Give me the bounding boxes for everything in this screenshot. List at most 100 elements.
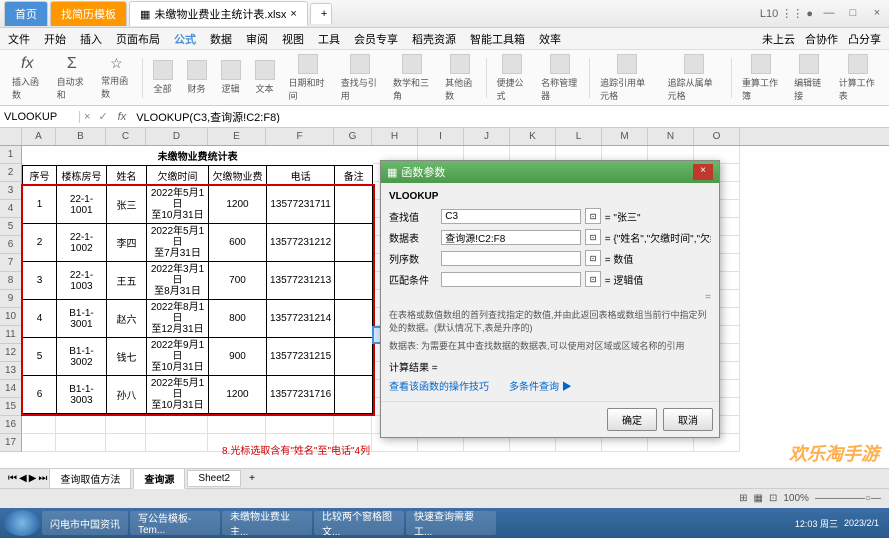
task-item-0[interactable]: 闪电市中国资讯 <box>42 511 128 535</box>
menu-efficiency[interactable]: 效率 <box>539 31 561 47</box>
lookup-ref-button[interactable]: ⊡ <box>585 208 601 224</box>
task-item-4[interactable]: 快速查询需要工... <box>406 511 496 535</box>
range-ref-button[interactable]: ⊡ <box>585 271 601 287</box>
minimize-button[interactable]: — <box>821 7 837 20</box>
ribbon-calc-sheet[interactable]: 计算工作表 <box>835 52 881 104</box>
statusbar: ⊞ ▦ ⊡ 100% —————○— <box>0 488 889 508</box>
dialog-result-label: 计算结果 = <box>389 359 711 374</box>
name-box[interactable]: VLOOKUP <box>0 111 80 123</box>
task-item-2[interactable]: 未缴物业费业主... <box>222 511 312 535</box>
ribbon-edit-link[interactable]: 编辑链接 <box>790 52 829 104</box>
view-normal-icon[interactable]: ⊞ <box>739 493 747 504</box>
menu-member[interactable]: 会员专享 <box>354 31 398 47</box>
tab-file[interactable]: ▦ 未缴物业费业主统计表.xlsx × <box>129 1 308 26</box>
menu-file[interactable]: 文件 <box>8 31 30 47</box>
ribbon-finance[interactable]: 财务 <box>183 58 211 97</box>
cloud-status[interactable]: 未上云 <box>762 31 795 47</box>
sheet-tab-2[interactable]: Sheet2 <box>187 470 241 487</box>
array-ref-button[interactable]: ⊡ <box>585 229 601 245</box>
ribbon-common[interactable]: ☆常用函数 <box>97 53 136 102</box>
sheet-nav-prev[interactable]: ◀ <box>19 473 27 484</box>
dialog-desc2: 数据表: 为需要在其中查找数据的数据表,可以使用对区域或区域名称的引用 <box>389 340 711 353</box>
sheet-add-button[interactable]: + <box>243 473 261 484</box>
col-input[interactable] <box>441 251 581 266</box>
menu-view[interactable]: 视图 <box>282 31 304 47</box>
top-right-indicator: L10 ⋮⋮ ● <box>760 7 813 20</box>
array-label: 数据表 <box>389 230 437 245</box>
ribbon-lookup[interactable]: 查找与引用 <box>337 52 383 104</box>
tray-date[interactable]: 2023/2/1 <box>844 518 879 528</box>
ribbon-recalc[interactable]: 重算工作簿 <box>738 52 784 104</box>
ribbon-logic[interactable]: 逻辑 <box>217 58 245 97</box>
start-button[interactable] <box>4 510 40 536</box>
tab-add[interactable]: + <box>310 3 332 24</box>
menu-start[interactable]: 开始 <box>44 31 66 47</box>
sheet-nav-last[interactable]: ⏭ <box>38 473 47 484</box>
col-ref-button[interactable]: ⊡ <box>585 250 601 266</box>
collab-button[interactable]: 合协作 <box>805 31 838 47</box>
tray-time[interactable]: 12:03 周三 <box>795 517 838 530</box>
sheet-tab-0[interactable]: 查询取值方法 <box>49 468 131 489</box>
range-input[interactable] <box>441 272 581 287</box>
share-button[interactable]: 凸分享 <box>848 31 881 47</box>
tab-close-icon[interactable]: × <box>290 8 296 20</box>
menu-data[interactable]: 数据 <box>210 31 232 47</box>
formula-input[interactable] <box>132 111 889 123</box>
menu-insert[interactable]: 插入 <box>80 31 102 47</box>
ribbon-easy-formula[interactable]: 便捷公式 <box>493 52 532 104</box>
lookup-hint: = "张三" <box>605 209 711 224</box>
ribbon-math[interactable]: 数学和三角 <box>389 52 435 104</box>
close-button[interactable]: × <box>869 7 885 20</box>
task-item-3[interactable]: 比较两个窗格图文... <box>314 511 404 535</box>
menu-tools[interactable]: 工具 <box>318 31 340 47</box>
task-item-1[interactable]: 写公告模板-Tem... <box>130 511 220 535</box>
menu-resource[interactable]: 稻壳资源 <box>412 31 456 47</box>
ribbon-name-mgr[interactable]: 名称管理器 <box>537 52 583 104</box>
ribbon-other[interactable]: 其他函数 <box>441 52 480 104</box>
ribbon-trace-dep[interactable]: 追踪从属单元格 <box>664 52 725 104</box>
zoom-level[interactable]: 100% <box>783 493 809 504</box>
tab-home[interactable]: 首页 <box>4 1 48 26</box>
array-input[interactable] <box>441 230 581 245</box>
ribbon-insert-func[interactable]: fx插入函数 <box>8 53 47 103</box>
dialog-icon: ▦ <box>387 166 397 179</box>
fx-accept-icon[interactable]: ✓ <box>94 110 111 123</box>
tab-template[interactable]: 找简历模板 <box>50 1 127 26</box>
menu-smarttools[interactable]: 智能工具箱 <box>470 31 525 47</box>
titlebar: 首页 找简历模板 ▦ 未缴物业费业主统计表.xlsx × + L10 ⋮⋮ ● … <box>0 0 889 28</box>
ribbon-text[interactable]: 文本 <box>251 58 279 97</box>
sheet-nav-first[interactable]: ⏮ <box>8 473 17 484</box>
taskbar: 闪电市中国资讯 写公告模板-Tem... 未缴物业费业主... 比较两个窗格图文… <box>0 508 889 538</box>
dialog-more-link[interactable]: 多条件查询 ▶ <box>509 378 572 393</box>
menu-review[interactable]: 审阅 <box>246 31 268 47</box>
view-break-icon[interactable]: ⊡ <box>769 493 777 504</box>
dialog-title-text: 函数参数 <box>401 164 445 180</box>
menu-layout[interactable]: 页面布局 <box>116 31 160 47</box>
lookup-input[interactable] <box>441 209 581 224</box>
fx-icon[interactable]: fx <box>112 111 133 123</box>
menubar: 文件 开始 插入 页面布局 公式 数据 审阅 视图 工具 会员专享 稻壳资源 智… <box>0 28 889 50</box>
ribbon-datetime[interactable]: 日期和时间 <box>285 52 331 104</box>
ribbon-autosum[interactable]: Σ自动求和 <box>53 53 92 103</box>
sheet-tab-1[interactable]: 查询源 <box>133 468 185 489</box>
ribbon-all[interactable]: 全部 <box>149 58 177 97</box>
fx-cancel-icon[interactable]: × <box>80 111 94 123</box>
ribbon-trace-prec[interactable]: 追踪引用单元格 <box>596 52 657 104</box>
sheet-nav-next[interactable]: ▶ <box>29 473 37 484</box>
maximize-button[interactable]: □ <box>845 7 861 20</box>
dialog-help-link[interactable]: 查看该函数的操作技巧 <box>389 378 489 393</box>
dialog-desc1: 在表格或数值数组的首列查找指定的数值,并由此返回表格或数组当前行中指定列处的数据… <box>389 309 711 334</box>
dialog-cancel-button[interactable]: 取消 <box>663 408 713 431</box>
dialog-close-button[interactable]: × <box>693 164 713 180</box>
data-table-overlay: 未缴物业费统计表 序号楼栋房号姓名欠缴时间欠缴物业费电话备注 122-1-100… <box>22 146 373 457</box>
dialog-ok-button[interactable]: 确定 <box>607 408 657 431</box>
function-args-dialog: ▦ 函数参数 × VLOOKUP 查找值 ⊡ = "张三" 数据表 ⊡ = {"… <box>380 160 720 438</box>
formula-bar: VLOOKUP × ✓ fx <box>0 106 889 128</box>
range-label: 匹配条件 <box>389 272 437 287</box>
range-hint: = 逻辑值 <box>605 272 711 287</box>
dialog-titlebar[interactable]: ▦ 函数参数 × <box>381 161 719 183</box>
zoom-slider[interactable]: —————○— <box>815 493 881 504</box>
view-layout-icon[interactable]: ▦ <box>754 493 763 504</box>
array-hint: = {"姓名","欠缴时间","欠缴物业费","电话";... <box>605 230 711 245</box>
menu-formula[interactable]: 公式 <box>174 31 196 47</box>
